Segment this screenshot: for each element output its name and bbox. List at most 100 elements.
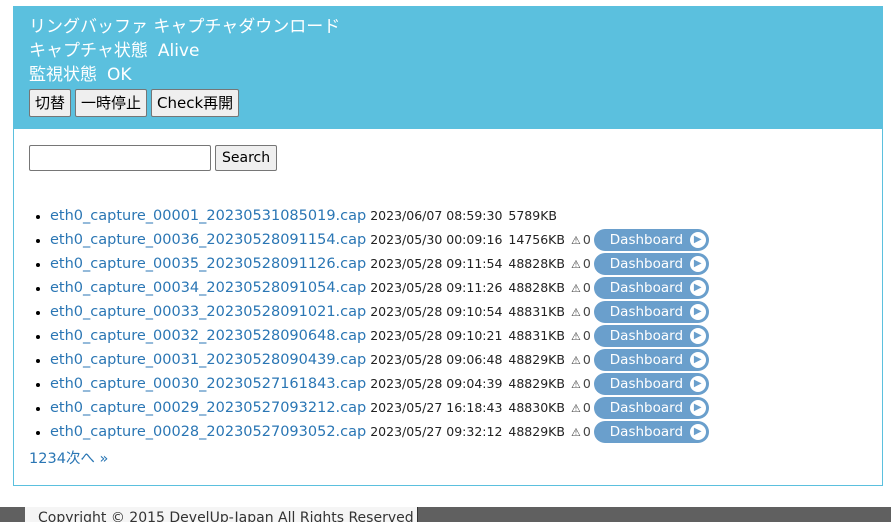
dashboard-button[interactable]: Dashboard ▶ [593,421,709,443]
file-row: eth0_capture_00031_20230528090439.cap 202… [50,348,709,372]
page-link-1[interactable]: 1 [29,451,38,467]
dashboard-button-label: Dashboard [609,424,684,440]
chevron-right-circle-icon: ▶ [689,256,706,272]
panel-heading: リングバッファ キャプチャダウンロード キャプチャ状態 Alive 監視状態 OK … [14,7,882,129]
file-size: 48828KB [508,256,565,271]
file-row: eth0_capture_00028_20230527093052.cap 202… [50,420,709,444]
file-size: 5789KB [508,208,557,223]
dashboard-button[interactable]: Dashboard ▶ [593,349,709,371]
control-buttons: 切替 一時停止 Check再開 [29,89,240,117]
warning-count-value: 0 [582,375,591,391]
file-date: 2023/05/28 09:06:48 [370,352,503,367]
capture-file-link[interactable]: eth0_capture_00030_20230527161843.cap [50,372,366,396]
dashboard-button-label: Dashboard [609,304,684,320]
warning-triangle-icon: ⚠ [570,377,581,391]
list-item: eth0_capture_00031_20230528090439.cap 202… [50,348,870,372]
capture-file-link[interactable]: eth0_capture_00031_20230528090439.cap [50,348,366,372]
dashboard-button[interactable]: Dashboard ▶ [593,253,709,275]
list-item: eth0_capture_00033_20230528091021.cap 202… [50,300,870,324]
warning-count-value: 0 [582,255,591,271]
warning-count: ⚠ 0 [571,276,591,301]
page-title: リングバッファ キャプチャダウンロード [29,17,341,37]
file-size: 48831KB [508,328,565,343]
dashboard-button[interactable]: Dashboard ▶ [593,277,709,299]
warning-count-value: 0 [582,423,591,439]
capture-status-label: キャプチャ状態 [29,41,148,61]
warning-count: ⚠ 0 [571,396,591,421]
chevron-right-circle-icon: ▶ [689,376,706,392]
capture-file-link[interactable]: eth0_capture_00029_20230527093212.cap [50,396,366,420]
pause-button[interactable]: 一時停止 [75,89,148,117]
page-link-3[interactable]: 3 [47,451,56,467]
warning-count-value: 0 [582,327,591,343]
monitor-status-value: OK [107,65,132,85]
dashboard-button[interactable]: Dashboard ▶ [593,325,709,347]
file-date: 2023/05/30 00:09:16 [370,232,503,247]
file-date: 2023/05/28 09:04:39 [370,376,503,391]
file-size: 48829KB [508,376,565,391]
search-button[interactable]: Search [215,145,278,171]
capture-file-link[interactable]: eth0_capture_00032_20230528090648.cap [50,324,366,348]
chevron-right-circle-icon: ▶ [689,280,706,296]
capture-file-link[interactable]: eth0_capture_00034_20230528091054.cap [50,276,366,300]
dashboard-button-label: Dashboard [609,376,684,392]
list-item: eth0_capture_00028_20230527093052.cap 202… [50,420,870,444]
capture-file-link[interactable]: eth0_capture_00036_20230528091154.cap [50,228,366,252]
file-size: 48828KB [508,280,565,295]
warning-count-value: 0 [582,399,591,415]
file-date: 2023/05/28 09:11:26 [370,280,503,295]
file-row: eth0_capture_00036_20230528091154.cap 202… [50,228,709,252]
warning-count-value: 0 [582,279,591,295]
toggle-button[interactable]: 切替 [29,89,72,117]
file-row: eth0_capture_00033_20230528091021.cap 202… [50,300,709,324]
list-item: eth0_capture_00030_20230527161843.cap 202… [50,372,870,396]
warning-count: ⚠ 0 [571,300,591,325]
check-resume-button[interactable]: Check再開 [151,89,240,117]
warning-count: ⚠ 0 [571,324,591,349]
list-item: eth0_capture_00035_20230528091126.cap 202… [50,252,870,276]
chevron-right-circle-icon: ▶ [689,400,706,416]
dashboard-button[interactable]: Dashboard ▶ [593,229,709,251]
file-date: 2023/05/27 16:18:43 [370,400,503,415]
warning-triangle-icon: ⚠ [570,329,581,343]
chevron-right-circle-icon: ▶ [689,424,706,440]
warning-count-value: 0 [582,351,591,367]
file-size: 48830KB [508,400,565,415]
file-row: eth0_capture_00029_20230527093212.cap 202… [50,396,709,420]
dashboard-button-label: Dashboard [609,280,684,296]
dashboard-button[interactable]: Dashboard ▶ [593,301,709,323]
list-item: eth0_capture_00034_20230528091054.cap 202… [50,276,870,300]
warning-count: ⚠ 0 [571,348,591,373]
file-row: eth0_capture_00034_20230528091054.cap 202… [50,276,709,300]
list-item: eth0_capture_00036_20230528091154.cap 202… [50,228,870,252]
warning-triangle-icon: ⚠ [570,353,581,367]
capture-status-value: Alive [157,41,200,61]
file-date: 2023/05/28 09:11:54 [370,256,503,271]
warning-count: ⚠ 0 [571,228,591,253]
warning-count-value: 0 [582,231,591,247]
dashboard-button[interactable]: Dashboard ▶ [593,373,709,395]
capture-file-link[interactable]: eth0_capture_00001_20230531085019.cap [50,204,366,228]
list-item: eth0_capture_00032_20230528090648.cap 202… [50,324,870,348]
warning-triangle-icon: ⚠ [570,281,581,295]
file-size: 48829KB [508,424,565,439]
warning-count-value: 0 [582,303,591,319]
capture-file-link[interactable]: eth0_capture_00033_20230528091021.cap [50,300,366,324]
next-page-link[interactable]: 次へ » [66,451,108,467]
dashboard-button-label: Dashboard [609,400,684,416]
warning-triangle-icon: ⚠ [570,401,581,415]
search-bar: Search [29,145,278,171]
file-row: eth0_capture_00032_20230528090648.cap 202… [50,324,709,348]
capture-file-link[interactable]: eth0_capture_00035_20230528091126.cap [50,252,366,276]
search-input[interactable] [29,145,211,171]
warning-triangle-icon: ⚠ [570,257,581,271]
page-link-4[interactable]: 4 [57,451,66,467]
dashboard-button[interactable]: Dashboard ▶ [593,397,709,419]
warning-count: ⚠ 0 [571,372,591,397]
capture-file-link[interactable]: eth0_capture_00028_20230527093052.cap [50,420,366,444]
capture-panel: リングバッファ キャプチャダウンロード キャプチャ状態 Alive 監視状態 OK … [13,6,883,486]
list-item: eth0_capture_00029_20230527093212.cap 202… [50,396,870,420]
dashboard-button-label: Dashboard [609,256,684,272]
file-row: eth0_capture_00035_20230528091126.cap 202… [50,252,709,276]
monitor-status-label: 監視状態 [29,65,97,85]
